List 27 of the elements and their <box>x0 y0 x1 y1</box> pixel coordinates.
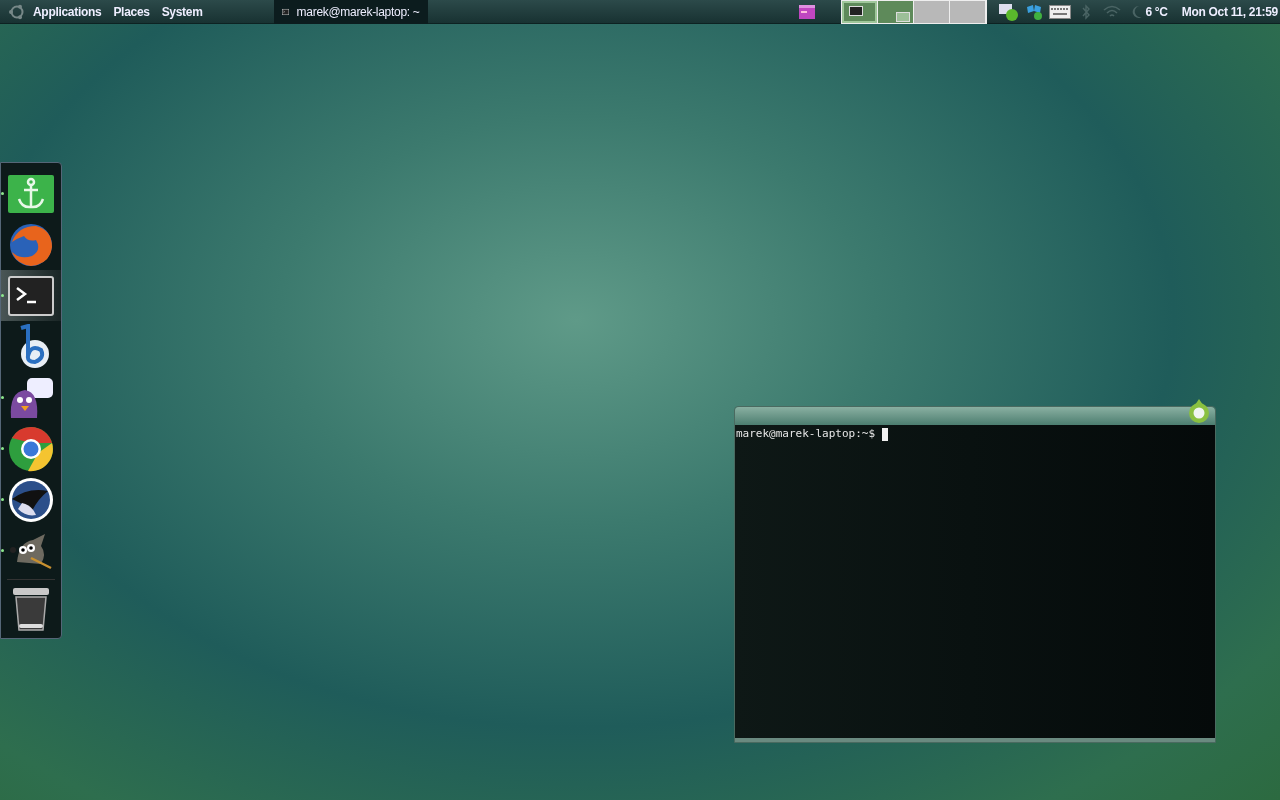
taskbar-button[interactable]: marek@marek-laptop: ~ <box>273 0 428 24</box>
terminal-prompt: marek@marek-laptop:~$ <box>736 426 876 442</box>
penguin-circle-icon <box>8 476 54 523</box>
window-thumbnail <box>896 11 911 22</box>
workspace-thumbnail[interactable] <box>878 0 914 23</box>
window-button-icon[interactable] <box>1187 399 1211 425</box>
anchor-icon <box>8 174 54 213</box>
dock-item[interactable] <box>1 270 61 321</box>
panel-menu[interactable]: Places <box>108 2 155 21</box>
crescent-moon-icon <box>1131 4 1144 19</box>
chat-bubble-icon[interactable] <box>999 2 1020 21</box>
globe-fox-icon <box>8 221 54 268</box>
workspace-thumbnail[interactable] <box>914 0 950 23</box>
panel-menu[interactable]: Applications <box>28 2 107 21</box>
temperature-text: 6 °C <box>1145 3 1168 21</box>
trash-icon <box>11 585 51 632</box>
window-thumbnail <box>849 5 864 16</box>
ubuntu-logo-icon[interactable] <box>8 2 26 21</box>
workspace-thumbnail[interactable] <box>842 0 878 23</box>
workspace-thumbnail[interactable] <box>950 0 986 23</box>
terminal-icon <box>8 275 54 316</box>
text-cursor <box>882 427 889 441</box>
keyboard-icon[interactable] <box>1049 4 1072 19</box>
clock[interactable]: Mon Oct 11, 21:59 <box>1181 2 1278 21</box>
window-icon[interactable] <box>799 4 816 19</box>
panel-menu[interactable]: System <box>156 2 208 21</box>
tricolor-ball-icon <box>8 425 54 472</box>
